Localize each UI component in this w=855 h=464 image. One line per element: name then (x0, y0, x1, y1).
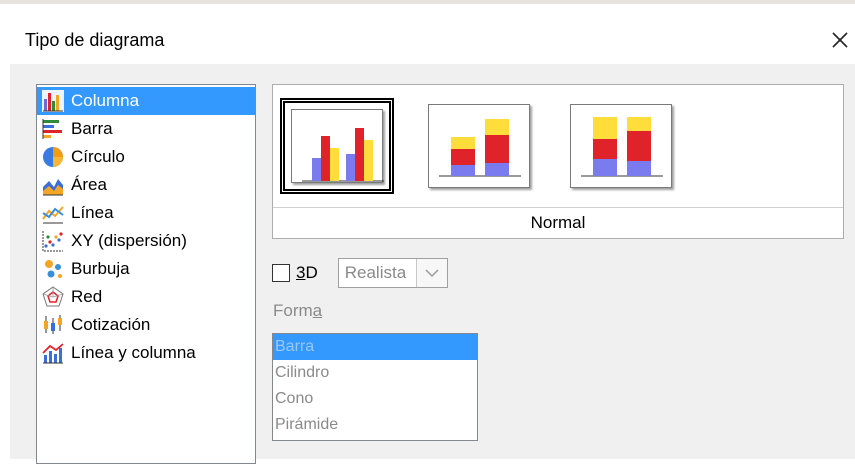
area-chart-icon (43, 179, 63, 196)
chart-type-label: Barra (71, 119, 113, 138)
column-normal-icon (302, 128, 384, 182)
chart-type-label: Burbuja (71, 259, 130, 278)
dialog-titlebar: Tipo de diagrama (0, 4, 855, 64)
shape-item-cono: Cono (275, 390, 314, 407)
line-chart-icon (42, 206, 64, 224)
shape-item-piramide: Pirámide (275, 416, 339, 433)
chart-type-list[interactable]: Columna Barra Círculo Área Línea XY (dis… (36, 84, 256, 464)
three-d-label-suffix: D (305, 263, 318, 282)
chart-type-label: Red (71, 287, 103, 306)
variant-frame (291, 109, 384, 183)
chart-type-label: Cotización (71, 315, 151, 334)
chart-type-label: Área (71, 175, 107, 194)
chart-type-label: Círculo (71, 147, 125, 166)
dialog-title: Tipo de diagrama (25, 30, 165, 50)
variant-stacked[interactable] (422, 98, 536, 194)
shape-item-cilindro: Cilindro (275, 364, 330, 381)
shape-label: Forma (273, 301, 322, 321)
chart-type-label: Línea (71, 203, 114, 222)
shape-list: Barra Cilindro Cono Pirámide (272, 333, 478, 441)
column-chart-icon (42, 90, 64, 112)
column-stacked-icon (439, 119, 521, 177)
variant-caption: Normal (273, 207, 843, 238)
net-chart-icon (42, 286, 64, 307)
chart-type-item-area[interactable]: Área (37, 171, 255, 199)
three-d-label[interactable]: 3D (296, 263, 318, 283)
chart-type-item-circulo[interactable]: Círculo (37, 143, 255, 171)
chart-type-item-columna[interactable]: Columna (37, 87, 255, 115)
chevron-down-icon (425, 269, 439, 278)
realism-dropdown-button (415, 259, 447, 287)
bubble-chart-icon (45, 260, 62, 278)
chart-type-label: Línea y columna (71, 343, 196, 362)
three-d-row: 3D Realista (272, 257, 448, 289)
chart-type-item-cotizacion[interactable]: Cotización (37, 311, 255, 339)
column-line-chart-icon (42, 343, 64, 364)
chart-type-item-linea-columna[interactable]: Línea y columna (37, 339, 255, 367)
realism-value: Realista (344, 263, 407, 282)
variant-frame (428, 104, 530, 188)
column-percent-stacked-icon (581, 117, 663, 177)
variant-frame (570, 104, 672, 188)
variant-normal[interactable] (280, 98, 394, 194)
chart-type-label: XY (dispersión) (71, 231, 187, 250)
bar-chart-icon (42, 119, 62, 139)
variant-percent-stacked[interactable] (564, 98, 678, 194)
chart-type-item-barra[interactable]: Barra (37, 115, 255, 143)
shape-item-barra: Barra (273, 334, 477, 360)
three-d-checkbox[interactable] (272, 264, 290, 282)
scatter-chart-icon (42, 231, 63, 252)
shape-label-prefix: Form (273, 301, 313, 320)
dialog-body: Columna Barra Círculo Área Línea XY (dis… (10, 64, 855, 464)
chart-variant-panel: Normal (272, 84, 844, 239)
close-icon[interactable] (826, 26, 854, 54)
chart-type-item-red[interactable]: Red (37, 283, 255, 311)
chart-type-label: Columna (71, 91, 140, 110)
chart-type-item-xy[interactable]: XY (dispersión) (37, 227, 255, 255)
pie-chart-icon (43, 147, 63, 167)
chart-type-item-burbuja[interactable]: Burbuja (37, 255, 255, 283)
stock-chart-icon (44, 315, 62, 334)
shape-label-mnemonic: a (312, 301, 323, 320)
chart-type-item-linea[interactable]: Línea (37, 199, 255, 227)
realism-select: Realista (337, 258, 448, 288)
